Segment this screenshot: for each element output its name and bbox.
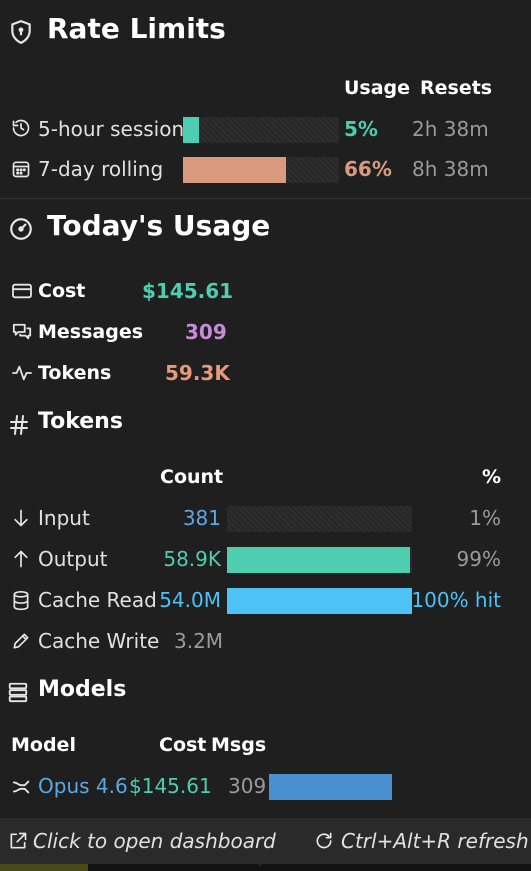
models-cost-header: Cost — [159, 734, 207, 756]
model-msgs: 309 — [228, 774, 267, 798]
token-bar-input — [227, 506, 412, 532]
todays-usage-title: Today's Usage — [47, 209, 271, 242]
rate-bar-rolling — [183, 157, 339, 183]
open-dashboard-link[interactable]: Click to open dashboard — [33, 829, 276, 853]
rate-resets-value: 8h 38m — [412, 157, 489, 181]
rate-bar-session — [183, 117, 339, 143]
model-cost: $145.61 — [129, 774, 212, 798]
section-divider — [0, 198, 531, 199]
arrow-up-icon — [14, 550, 28, 568]
rate-row-label: 7-day rolling — [38, 157, 164, 181]
rate-resets-value: 2h 38m — [412, 117, 489, 141]
model-name[interactable]: Opus 4.6 — [38, 774, 128, 798]
rate-row-label: 5-hour session — [38, 117, 185, 141]
server-stack-icon — [8, 682, 28, 703]
tokens-count-header: Count — [160, 466, 224, 488]
token-row-label: Input — [38, 506, 90, 530]
model-usage-bar — [269, 774, 392, 800]
calendar-icon — [12, 161, 30, 178]
token-pct: 99% — [456, 547, 501, 571]
tokens-pct-header: % — [482, 466, 502, 488]
messages-value: 309 — [185, 320, 227, 344]
credit-card-icon — [12, 283, 32, 299]
gauge-icon — [10, 218, 32, 240]
token-count: 381 — [182, 506, 221, 530]
cache-write-value: 3.2M — [174, 629, 224, 653]
rate-usage-value: 5% — [344, 117, 378, 141]
tooltip-pointer — [254, 860, 266, 866]
rate-bar-fill — [183, 117, 199, 143]
token-pct: 100% hit — [411, 588, 501, 612]
messages-label: Messages — [38, 321, 144, 343]
token-bar-fill — [227, 588, 412, 614]
chat-bubbles-icon — [12, 323, 32, 340]
token-count: 54.0M — [159, 588, 221, 612]
token-bar-cache-read — [227, 588, 412, 614]
cost-label: Cost — [38, 280, 86, 302]
tokens-label: Tokens — [38, 362, 112, 384]
database-icon — [13, 590, 29, 611]
token-row-label: Cache Read — [38, 588, 157, 612]
models-msgs-header: Msgs — [211, 734, 267, 756]
activity-icon — [12, 365, 32, 381]
taskbar-accent — [0, 864, 88, 871]
history-icon — [12, 119, 30, 137]
models-section-title: Models — [38, 677, 127, 702]
rate-limits-title: Rate Limits — [47, 12, 226, 45]
token-row-label: Output — [38, 547, 108, 571]
token-bar-fill — [227, 547, 411, 573]
refresh-icon[interactable] — [314, 831, 334, 851]
external-link-icon[interactable] — [8, 831, 28, 851]
hash-icon — [10, 415, 28, 435]
models-model-header: Model — [11, 734, 76, 756]
rate-bar-fill — [183, 157, 286, 183]
token-count: 58.9K — [163, 547, 221, 571]
rate-usage-header: Usage — [344, 77, 411, 99]
token-bar-output — [227, 547, 412, 573]
shield-icon — [11, 20, 31, 44]
rate-usage-value: 66% — [344, 157, 392, 181]
cache-write-label: Cache Write — [38, 629, 160, 653]
model-network-icon — [12, 780, 30, 794]
tokens-section-title: Tokens — [38, 409, 123, 434]
pencil-icon — [13, 633, 29, 649]
rate-resets-header: Resets — [420, 77, 493, 99]
cost-value: $145.61 — [142, 279, 234, 303]
token-pct: 1% — [469, 506, 501, 530]
tokens-value: 59.3K — [165, 361, 230, 385]
arrow-down-icon — [14, 509, 28, 527]
refresh-shortcut[interactable]: Ctrl+Alt+R refresh — [341, 829, 529, 853]
